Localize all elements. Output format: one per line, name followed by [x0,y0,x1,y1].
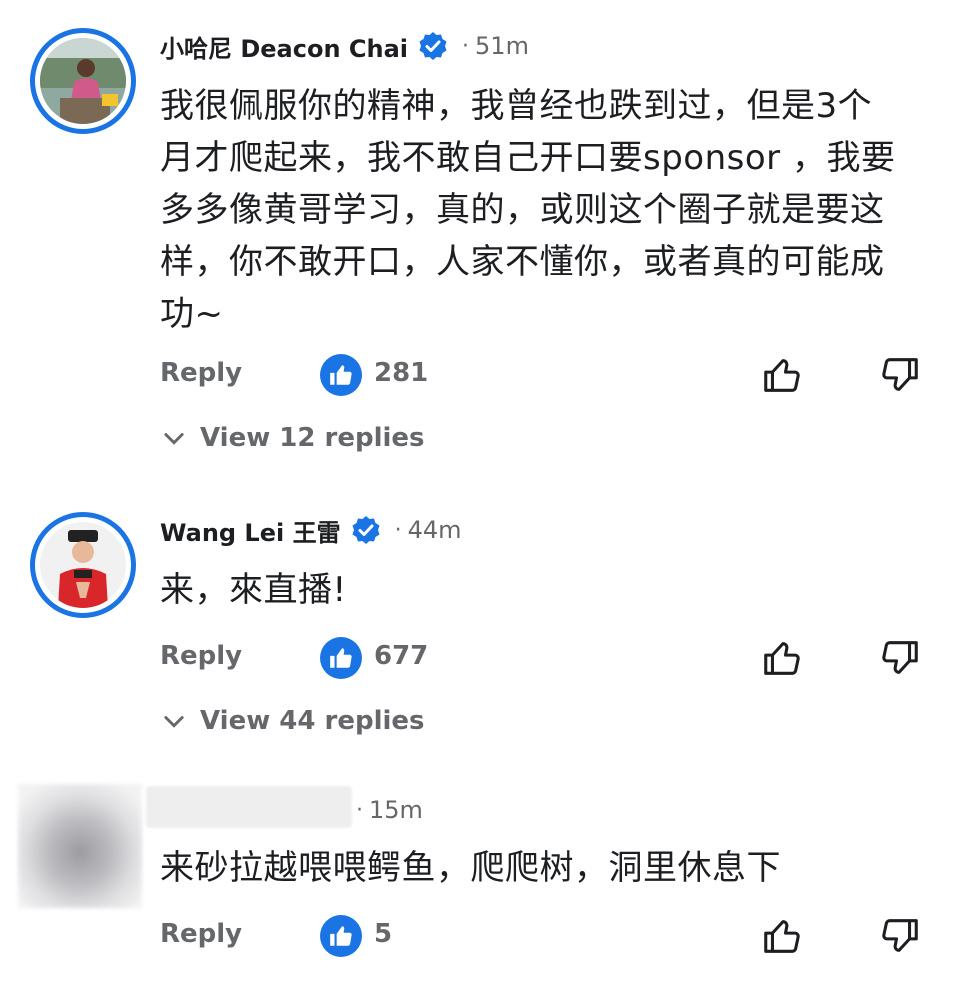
like-reaction-icon[interactable] [320,637,362,679]
like-reaction-icon[interactable] [320,354,362,396]
comment-header: · 15m [356,790,423,830]
avatar-photo [40,38,126,124]
avatar-blurred[interactable] [18,784,142,908]
like-count[interactable]: 677 [374,641,428,671]
comment-actions: Reply 5 [160,911,920,961]
author-name[interactable]: 小哈尼 Deacon Chai [160,29,408,64]
comment-text-line: 月才爬起来，我不敢自己开口要sponsor ，我要 [160,138,896,178]
thumbs-up-icon[interactable] [760,352,806,398]
comment-text: 我很佩服你的精神，我曾经也跌到过，但是3个 月才爬起来，我不敢自己开口要spon… [160,80,920,340]
view-replies-label: View 44 replies [200,706,425,736]
like-count[interactable]: 5 [374,919,392,949]
comment-text-line: 样，你不敢开口，人家不懂你，或者真的可能成 [160,242,885,282]
view-replies-label: View 12 replies [200,423,425,453]
like-reaction-icon[interactable] [320,915,362,957]
comment-text-line: 多多像黄哥学习，真的，或则这个圈子就是要这 [160,190,885,230]
thumbs-up-icon[interactable] [760,635,806,681]
view-replies-button[interactable]: View 12 replies [160,418,425,458]
reply-button[interactable]: Reply [160,919,242,949]
avatar[interactable] [30,28,136,134]
chevron-down-icon [164,433,184,445]
comment-text-line: 我很佩服你的精神，我曾经也跌到过，但是3个 [160,86,873,126]
author-name-blurred[interactable] [146,786,352,828]
thumbs-down-icon[interactable] [876,913,922,959]
separator-dot: · [462,33,470,59]
comment-text-line: 功~ [160,294,224,334]
comment-text-line: 来，來直播! [160,570,347,610]
thumbs-down-icon[interactable] [876,352,922,398]
comment-header: 小哈尼 Deacon Chai · 51m [160,26,529,66]
thumbs-down-icon[interactable] [876,635,922,681]
separator-dot: · [394,517,402,543]
reply-button[interactable]: Reply [160,641,242,671]
chevron-down-icon [164,716,184,728]
avatar-photo [40,522,126,608]
timestamp[interactable]: 51m [475,32,529,60]
comment-text: 来砂拉越喂喂鳄鱼，爬爬树，洞里休息下 [160,842,920,894]
comment-actions: Reply 281 [160,350,920,400]
thumbs-up-icon[interactable] [760,913,806,959]
comment-header: Wang Lei 王雷 · 44m [160,510,462,550]
comment-actions: Reply 677 [160,633,920,683]
view-replies-button[interactable]: View 44 replies [160,701,425,741]
separator-dot: · [356,797,363,823]
verified-badge-icon [419,32,447,60]
comment-text-line: 来砂拉越喂喂鳄鱼，爬爬树，洞里休息下 [160,848,781,888]
verified-badge-icon [352,516,380,544]
timestamp[interactable]: 44m [408,516,462,544]
reply-button[interactable]: Reply [160,358,242,388]
avatar[interactable] [30,512,136,618]
author-name[interactable]: Wang Lei 王雷 [160,513,341,548]
like-count[interactable]: 281 [374,358,428,388]
comment-text: 来，來直播! [160,564,920,616]
timestamp[interactable]: 15m [369,796,423,824]
